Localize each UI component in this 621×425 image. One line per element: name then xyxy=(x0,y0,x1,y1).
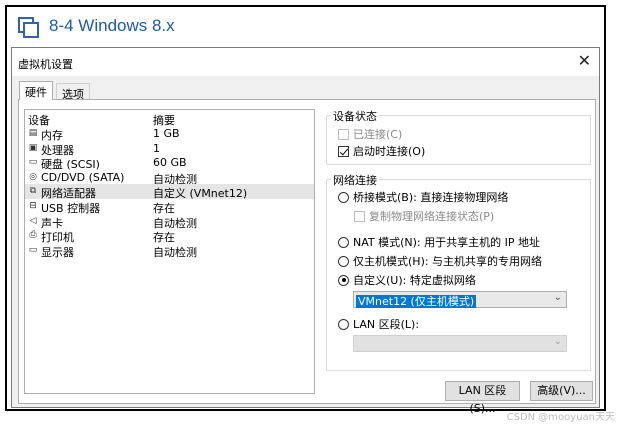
bridged-label: 桥接模式(B): 直接连接物理网络 xyxy=(353,191,509,204)
display-icon: ▭ xyxy=(28,244,38,255)
nat-radio[interactable] xyxy=(338,236,349,248)
network-connection-group: 网络连接 桥接模式(B): 直接连接物理网络 复制物理网络连接状态(P) NAT… xyxy=(326,172,591,371)
device-list: 设备 摘要 ▤ 内存 1 GB ▣ 处理器 1 ▭ 硬盘 (SCSI) 60 G… xyxy=(24,109,315,394)
advanced-button[interactable]: 高级(V)... xyxy=(530,381,593,401)
connected-option[interactable]: 已连接(C) xyxy=(338,126,402,142)
lan-segment-label: LAN 区段(L): xyxy=(353,318,420,331)
replicate-option[interactable]: 复制物理网络连接状态(P) xyxy=(354,208,494,224)
connect-on-start-option[interactable]: 启动时连接(O) xyxy=(338,143,425,159)
printer-icon: ⎙ xyxy=(29,230,37,241)
tab-hardware[interactable]: 硬件 xyxy=(19,81,53,100)
custom-network-value: VMnet12 (仅主机模式) xyxy=(356,295,477,308)
dialog-title: 虚拟机设置 xyxy=(18,58,73,71)
nat-label: NAT 模式(N): 用于共享主机的 IP 地址 xyxy=(353,236,540,249)
hard-disk-icon: ▭ xyxy=(28,157,38,168)
connect-on-start-checkbox[interactable] xyxy=(338,145,349,157)
vm-titlebar: 8-4 Windows 8.x xyxy=(7,7,604,47)
custom-option[interactable]: 自定义(U): 特定虚拟网络 xyxy=(338,272,476,288)
device-row-cpu[interactable]: ▣ 处理器 1 xyxy=(25,141,314,157)
device-status-label: 设备状态 xyxy=(331,108,379,124)
nat-option[interactable]: NAT 模式(N): 用于共享主机的 IP 地址 xyxy=(338,234,540,250)
lan-segment-option[interactable]: LAN 区段(L): xyxy=(338,316,419,332)
cd-dvd-icon: ◎ xyxy=(29,171,37,182)
network-connection-label: 网络连接 xyxy=(331,172,379,188)
vm-window-icon xyxy=(18,17,40,39)
device-name: CD/DVD (SATA) xyxy=(41,170,125,184)
chevron-down-icon: ⌄ xyxy=(553,292,562,303)
vm-title: 8-4 Windows 8.x xyxy=(49,16,175,35)
usb-icon: ⊟ xyxy=(29,201,37,211)
network-adapter-icon: ⧉ xyxy=(29,186,37,197)
cpu-icon: ▣ xyxy=(28,142,38,153)
device-row-hard-disk[interactable]: ▭ 硬盘 (SCSI) 60 GB xyxy=(25,155,314,171)
host-only-radio[interactable] xyxy=(338,255,349,267)
custom-radio[interactable] xyxy=(338,274,349,286)
device-summary: 自动检测 xyxy=(153,245,197,259)
tab-content: 设备 摘要 ▤ 内存 1 GB ▣ 处理器 1 ▭ 硬盘 (SCSI) 60 G… xyxy=(18,99,596,415)
sound-icon: ◁ xyxy=(29,215,37,226)
chevron-down-icon: ⌄ xyxy=(553,336,562,347)
bridged-radio[interactable] xyxy=(338,191,349,203)
custom-network-select[interactable]: VMnet12 (仅主机模式) ⌄ xyxy=(353,291,567,308)
host-only-option[interactable]: 仅主机模式(H): 与主机共享的专用网络 xyxy=(338,253,542,269)
lan-segment-radio[interactable] xyxy=(338,318,349,330)
close-icon[interactable]: ✕ xyxy=(578,51,591,70)
lan-segment-select[interactable]: ⌄ xyxy=(353,335,567,352)
device-list-header: 设备 摘要 xyxy=(25,110,314,127)
host-only-label: 仅主机模式(H): 与主机共享的专用网络 xyxy=(353,255,543,268)
dialog-titlebar: 虚拟机设置 ✕ xyxy=(12,48,599,76)
settings-dialog: 虚拟机设置 ✕ 硬件 选项 设备 摘要 ▤ 内存 1 GB ▣ 处理器 1 ▭ … xyxy=(11,47,600,415)
memory-icon: ▤ xyxy=(28,128,38,138)
watermark: CSDN @mooyuan天天 xyxy=(506,412,615,423)
replicate-checkbox[interactable] xyxy=(354,210,365,222)
device-status-group: 设备状态 已连接(C) 启动时连接(O) xyxy=(326,108,591,165)
connected-checkbox[interactable] xyxy=(338,128,349,140)
device-row-cd-dvd[interactable]: ◎ CD/DVD (SATA) 自动检测 xyxy=(25,170,314,186)
replicate-label: 复制物理网络连接状态(P) xyxy=(369,210,495,223)
device-name: 显示器 xyxy=(41,245,74,259)
device-summary: 1 GB xyxy=(153,127,180,140)
bridged-option[interactable]: 桥接模式(B): 直接连接物理网络 xyxy=(338,189,508,205)
device-row-usb[interactable]: ⊟ USB 控制器 存在 xyxy=(25,199,314,215)
device-summary: 60 GB xyxy=(153,156,187,170)
custom-label: 自定义(U): 特定虚拟网络 xyxy=(353,274,476,287)
device-row-memory[interactable]: ▤ 内存 1 GB xyxy=(25,126,314,142)
lan-segments-button[interactable]: LAN 区段(S)... xyxy=(445,381,520,415)
tab-options[interactable]: 选项 xyxy=(56,83,90,101)
screenshot-frame: 8-4 Windows 8.x 虚拟机设置 ✕ 硬件 选项 设备 摘要 ▤ 内存… xyxy=(5,5,606,415)
connected-label: 已连接(C) xyxy=(353,128,403,141)
device-row-sound[interactable]: ◁ 声卡 自动检测 xyxy=(25,214,314,230)
device-row-display[interactable]: ▭ 显示器 自动检测 xyxy=(25,243,314,259)
device-summary: 1 xyxy=(153,141,160,155)
device-row-network-adapter[interactable]: ⧉ 网络适配器 自定义 (VMnet12) xyxy=(25,184,314,200)
device-row-printer[interactable]: ⎙ 打印机 存在 xyxy=(25,228,314,244)
connect-on-start-label: 启动时连接(O) xyxy=(353,145,426,158)
